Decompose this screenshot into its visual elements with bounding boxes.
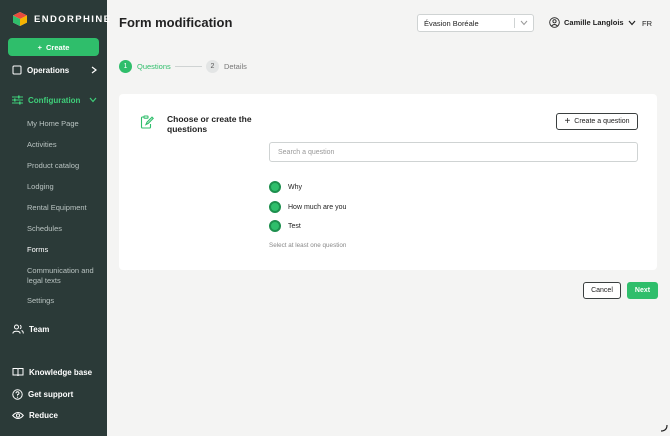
sidebar-item-label: Configuration (28, 95, 81, 105)
next-button[interactable]: Next (627, 282, 658, 299)
sliders-icon (12, 95, 23, 105)
chevron-down-icon (520, 20, 528, 26)
organization-select[interactable]: Évasion Boréale (417, 14, 534, 32)
sidebar-item-label: Team (29, 324, 50, 334)
checked-radio-icon[interactable] (269, 201, 281, 213)
users-icon (12, 324, 24, 334)
user-menu[interactable]: Camille Langlois (549, 17, 636, 28)
resize-handle-icon (660, 424, 668, 432)
checked-radio-icon[interactable] (269, 220, 281, 232)
sidebar-item-product-catalog[interactable]: Product catalog (27, 161, 105, 171)
sidebar-item-lodging[interactable]: Lodging (27, 182, 105, 192)
sidebar-reduce-toggle[interactable]: Reduce (12, 411, 58, 420)
checked-radio-icon[interactable] (269, 181, 281, 193)
chevron-down-icon (628, 20, 636, 25)
step-connector (175, 66, 202, 67)
sidebar: ENDORPHINE + Create Operations Configura… (0, 0, 110, 436)
sidebar-item-settings[interactable]: Settings (27, 296, 105, 306)
step-2-indicator: 2 (206, 60, 219, 73)
sidebar-item-get-support[interactable]: Get support (12, 389, 73, 400)
sidebar-item-communication-legal[interactable]: Communication and legal texts (27, 266, 105, 286)
sidebar-item-configuration[interactable]: Configuration (12, 95, 102, 105)
question-search-input[interactable]: Search a question (269, 142, 638, 162)
question-option-why[interactable]: Why (269, 181, 302, 193)
chevron-down-icon (89, 97, 97, 103)
questions-card: Choose or create the questions + Create … (119, 94, 657, 270)
endorphine-logo-icon (13, 12, 27, 26)
sidebar-item-forms[interactable]: Forms (27, 245, 105, 255)
sidebar-item-label: Operations (27, 65, 70, 75)
sidebar-item-activities[interactable]: Activities (27, 140, 105, 150)
select-separator (514, 18, 515, 28)
selection-hint: Select at least one question (269, 242, 347, 249)
language-switch[interactable]: FR (642, 19, 652, 28)
book-icon (12, 368, 24, 377)
step-1-label: Questions (137, 62, 171, 71)
plus-icon: + (37, 42, 43, 52)
brand-name: ENDORPHINE (34, 13, 112, 25)
create-button[interactable]: + Create (8, 38, 99, 56)
step-1-indicator: 1 (119, 60, 132, 73)
page-title: Form modification (119, 15, 233, 30)
sidebar-item-schedules[interactable]: Schedules (27, 224, 105, 234)
sidebar-item-team[interactable]: Team (12, 324, 49, 334)
question-label: Why (288, 183, 302, 191)
question-option-how-much[interactable]: How much are you (269, 201, 346, 213)
question-label: How much are you (288, 203, 347, 211)
eye-icon (12, 412, 24, 419)
sidebar-item-rental-equipment[interactable]: Rental Equipment (27, 203, 105, 213)
sidebar-item-label: Knowledge base (29, 367, 93, 377)
create-button-label: Create (46, 42, 70, 52)
create-question-label: Create a question (574, 118, 630, 125)
brand-logo[interactable]: ENDORPHINE (12, 10, 111, 28)
chevron-right-icon (91, 66, 97, 74)
card-title: Choose or create the questions (167, 114, 252, 134)
help-icon (12, 389, 23, 400)
sidebar-item-my-home-page[interactable]: My Home Page (27, 119, 105, 129)
step-2-label: Details (224, 62, 247, 71)
user-icon (549, 17, 560, 28)
sidebar-item-knowledge-base[interactable]: Knowledge base (12, 367, 92, 377)
plus-icon: + (564, 116, 571, 127)
question-label: Test (288, 222, 301, 230)
question-option-test[interactable]: Test (269, 220, 301, 232)
user-name: Camille Langlois (564, 18, 624, 27)
organization-select-value: Évasion Boréale (424, 18, 479, 28)
operations-icon (12, 65, 22, 75)
clipboard-edit-icon (140, 115, 154, 129)
sidebar-item-operations[interactable]: Operations (12, 65, 102, 75)
sidebar-item-label: Get support (28, 390, 74, 399)
cancel-button[interactable]: Cancel (583, 282, 621, 299)
sidebar-item-label: Reduce (29, 411, 58, 420)
create-question-button[interactable]: + Create a question (556, 113, 638, 130)
